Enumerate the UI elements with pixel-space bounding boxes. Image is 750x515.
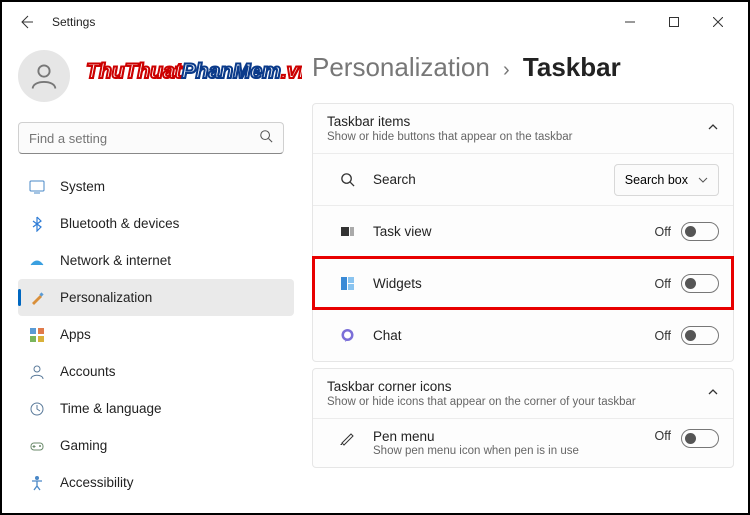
sidebar-item-accessibility[interactable]: Accessibility — [18, 464, 294, 501]
widgets-icon — [339, 276, 355, 292]
breadcrumb: Personalization › Taskbar — [312, 52, 734, 83]
row-chat: Chat Off — [313, 309, 733, 361]
row-label: Pen menu — [373, 429, 655, 444]
sidebar-item-label: Accessibility — [60, 475, 134, 490]
pen-icon — [339, 429, 355, 445]
sidebar-item-label: Gaming — [60, 438, 107, 453]
widgets-toggle[interactable] — [681, 274, 719, 293]
apps-icon — [28, 326, 46, 344]
row-label: Chat — [373, 328, 655, 343]
main-panel: Personalization › Taskbar Taskbar items … — [302, 42, 748, 515]
row-label: Search — [373, 172, 614, 187]
section-header[interactable]: Taskbar corner icons Show or hide icons … — [313, 369, 733, 418]
breadcrumb-current: Taskbar — [523, 52, 621, 82]
sidebar-item-label: Time & language — [60, 401, 162, 416]
titlebar: Settings — [2, 2, 748, 42]
row-label: Task view — [373, 224, 655, 239]
toggle-state: Off — [655, 277, 671, 291]
taskview-icon — [339, 224, 355, 240]
chevron-up-icon — [707, 120, 719, 138]
sidebar-item-personalization[interactable]: Personalization — [18, 279, 294, 316]
search-dropdown[interactable]: Search box — [614, 164, 719, 196]
row-widgets: Widgets Off — [313, 257, 733, 309]
taskview-toggle[interactable] — [681, 222, 719, 241]
sidebar-item-label: Bluetooth & devices — [60, 216, 179, 231]
accessibility-icon — [28, 474, 46, 492]
toggle-state: Off — [655, 429, 671, 443]
sidebar: ThuThuatPhanMem.vn System Bluetooth & de… — [2, 42, 302, 515]
time-icon — [28, 400, 46, 418]
toggle-state: Off — [655, 329, 671, 343]
back-button[interactable] — [14, 10, 38, 34]
bluetooth-icon — [28, 215, 46, 233]
section-subtitle: Show or hide buttons that appear on the … — [327, 131, 573, 143]
personalization-icon — [28, 289, 46, 307]
gaming-icon — [28, 437, 46, 455]
section-header[interactable]: Taskbar items Show or hide buttons that … — [313, 104, 733, 153]
nav-list: System Bluetooth & devices Network & int… — [18, 168, 294, 501]
sidebar-item-label: Accounts — [60, 364, 116, 379]
row-search: Search Search box — [313, 153, 733, 205]
maximize-button[interactable] — [652, 7, 696, 37]
section-title: Taskbar items — [327, 114, 573, 129]
avatar[interactable] — [18, 50, 70, 102]
close-button[interactable] — [696, 7, 740, 37]
watermark: ThuThuatPhanMem.vn — [86, 60, 302, 84]
taskbar-items-section: Taskbar items Show or hide buttons that … — [312, 103, 734, 362]
sidebar-item-label: Network & internet — [60, 253, 171, 268]
section-title: Taskbar corner icons — [327, 379, 636, 394]
search-field[interactable] — [29, 131, 259, 146]
toggle-state: Off — [655, 225, 671, 239]
row-label: Widgets — [373, 276, 655, 291]
user-row: ThuThuatPhanMem.vn — [18, 44, 294, 108]
sidebar-item-apps[interactable]: Apps — [18, 316, 294, 353]
sidebar-item-bluetooth[interactable]: Bluetooth & devices — [18, 205, 294, 242]
search-icon — [339, 172, 355, 188]
sidebar-item-label: System — [60, 179, 105, 194]
minimize-button[interactable] — [608, 7, 652, 37]
sidebar-item-time[interactable]: Time & language — [18, 390, 294, 427]
breadcrumb-parent[interactable]: Personalization — [312, 52, 490, 82]
sidebar-item-system[interactable]: System — [18, 168, 294, 205]
chevron-down-icon — [698, 175, 708, 185]
section-subtitle: Show or hide icons that appear on the co… — [327, 396, 636, 408]
search-icon — [259, 129, 273, 148]
sidebar-item-label: Personalization — [60, 290, 152, 305]
chat-toggle[interactable] — [681, 326, 719, 345]
chevron-up-icon — [707, 385, 719, 403]
sidebar-item-network[interactable]: Network & internet — [18, 242, 294, 279]
system-icon — [28, 178, 46, 196]
row-taskview: Task view Off — [313, 205, 733, 257]
row-pen-menu: Pen menu Show pen menu icon when pen is … — [313, 418, 733, 467]
sidebar-item-gaming[interactable]: Gaming — [18, 427, 294, 464]
search-input[interactable] — [18, 122, 284, 154]
accounts-icon — [28, 363, 46, 381]
pen-toggle[interactable] — [681, 429, 719, 448]
taskbar-corner-section: Taskbar corner icons Show or hide icons … — [312, 368, 734, 468]
chat-icon — [339, 328, 355, 344]
sidebar-item-label: Apps — [60, 327, 91, 342]
row-sublabel: Show pen menu icon when pen is in use — [373, 445, 655, 457]
sidebar-item-accounts[interactable]: Accounts — [18, 353, 294, 390]
window-title: Settings — [52, 15, 95, 29]
network-icon — [28, 252, 46, 270]
